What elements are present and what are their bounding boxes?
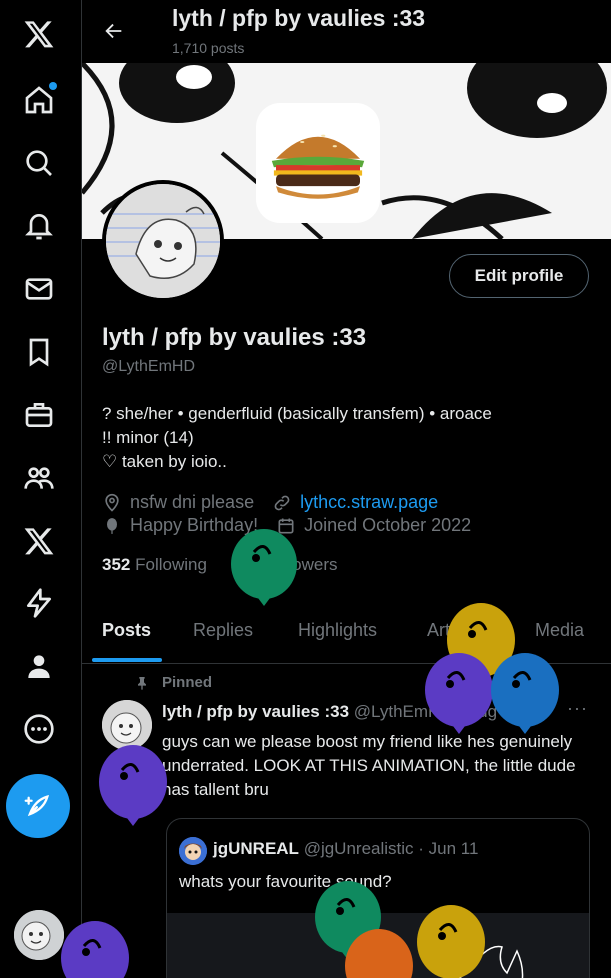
bookmarks-icon[interactable] [19, 332, 59, 372]
sidebar-nav [0, 0, 82, 978]
balloon-icon [102, 516, 122, 536]
pin-icon [138, 676, 146, 690]
profile-location: nsfw dni please [130, 492, 255, 512]
following-label: Following [135, 555, 207, 574]
profile-bio: ? she/her • genderfluid (basically trans… [102, 402, 597, 474]
post-author-name[interactable]: lyth / pfp by vaulies :33 [162, 702, 349, 721]
bio-line: ? she/her • genderfluid (basically trans… [102, 404, 492, 423]
verified-orgs-icon[interactable] [19, 583, 59, 623]
compose-icon [24, 794, 50, 817]
profile-display-name: lyth / pfp by vaulies :33 [102, 324, 367, 351]
compose-post-button[interactable] [6, 774, 70, 838]
tab-posts[interactable]: Posts [102, 620, 151, 641]
quote-date: · Jun 11 [418, 839, 479, 858]
location-icon [102, 493, 122, 513]
pinned-label: Pinned [162, 674, 213, 691]
jobs-icon[interactable] [19, 395, 59, 435]
communities-icon[interactable] [19, 458, 59, 498]
quote-author-handle: @jgUnrealistic [303, 839, 414, 858]
balloon-decoration [417, 905, 485, 978]
home-icon[interactable] [19, 80, 59, 120]
follow-stats: 352 Following 375 Followers [102, 555, 338, 575]
messages-icon[interactable] [19, 269, 59, 309]
following-link[interactable]: 352 Following [102, 555, 207, 574]
balloon-decoration [345, 929, 413, 978]
premium-icon[interactable] [19, 521, 59, 561]
x-logo-icon[interactable] [19, 14, 59, 54]
explore-icon[interactable] [19, 143, 59, 183]
link-icon [272, 493, 292, 513]
back-button[interactable] [96, 13, 132, 49]
balloon-decoration [491, 653, 559, 734]
profile-handle: @LythEmHD [102, 358, 195, 375]
profile-joined: Joined October 2022 [304, 515, 472, 535]
notification-dot [49, 82, 57, 90]
tab-highlights[interactable]: Highlights [298, 620, 377, 641]
account-avatar[interactable] [14, 910, 64, 960]
balloon-decoration [425, 653, 493, 734]
profile-meta-row: nsfw dni please lythcc.straw.page [102, 492, 438, 513]
bio-line: !! minor (14) [102, 428, 194, 447]
post-author-avatar[interactable] [102, 700, 152, 750]
balloon-decoration [61, 921, 129, 978]
profile-icon[interactable] [19, 646, 59, 686]
posts-count: 1,710 posts [172, 40, 245, 56]
balloon-decoration [231, 529, 297, 606]
active-tab-indicator [92, 658, 162, 662]
tab-replies[interactable]: Replies [193, 620, 253, 641]
quote-header: jgUNREAL @jgUnrealistic · Jun 11 [213, 839, 478, 859]
profile-website-link[interactable]: lythcc.straw.page [300, 492, 438, 513]
notifications-icon[interactable] [19, 206, 59, 246]
post-more-button[interactable]: ··· [567, 698, 588, 719]
quote-author-avatar [179, 837, 207, 865]
burger-icon [271, 134, 365, 199]
burger-image [256, 103, 380, 223]
arrow-left-icon [105, 23, 122, 39]
more-icon[interactable] [19, 709, 59, 749]
profile-header-bar: lyth / pfp by vaulies :33 1,710 posts [82, 0, 611, 63]
bio-line: ♡ taken by ioio.. [102, 452, 227, 471]
edit-profile-button[interactable]: Edit profile [449, 254, 589, 298]
page-title: lyth / pfp by vaulies :33 [172, 5, 426, 31]
profile-avatar[interactable] [102, 180, 224, 302]
quote-author-name: jgUNREAL [213, 839, 299, 858]
tab-media[interactable]: Media [535, 620, 584, 641]
following-count: 352 [102, 555, 131, 574]
pinned-indicator: Pinned [134, 674, 212, 691]
post-text: guys can we please boost my friend like … [162, 732, 576, 799]
balloon-decoration [99, 745, 167, 826]
